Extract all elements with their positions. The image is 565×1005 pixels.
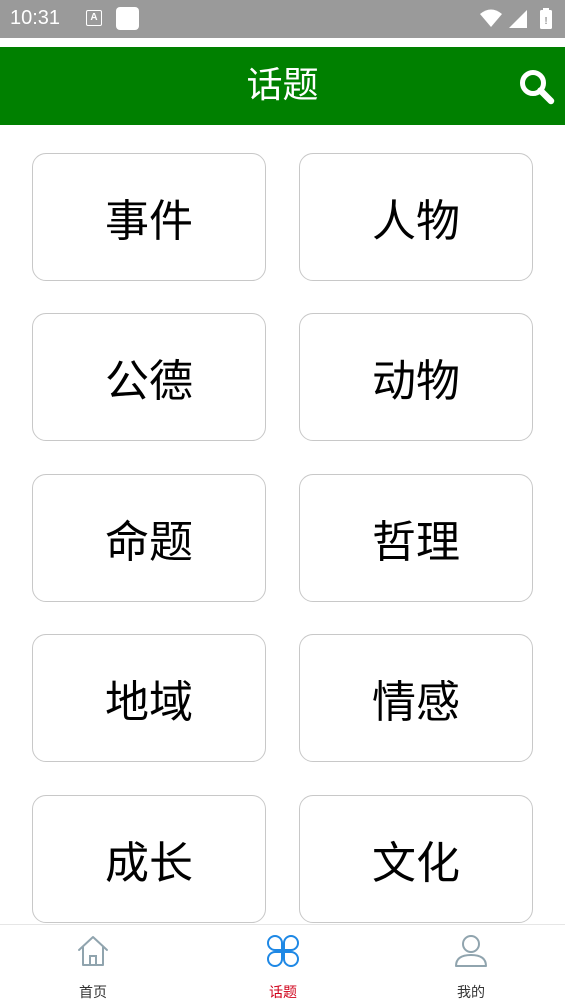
nav-label-home: 首页 [79, 985, 107, 1001]
status-gap [0, 38, 565, 47]
clover-icon [267, 935, 299, 967]
search-button[interactable] [517, 67, 557, 107]
page-title: 话题 [246, 65, 319, 106]
topic-tile[interactable]: 人物 [299, 153, 533, 281]
topic-tile[interactable]: 事件 [32, 153, 266, 281]
user-icon [455, 935, 487, 967]
bottom-nav: 首页 话题 我的 [0, 924, 565, 1004]
app-bar: 话题 [0, 47, 565, 125]
app-notification-icon [116, 7, 139, 30]
signal-icon [509, 10, 527, 28]
status-time: 10:31 [10, 7, 61, 29]
home-icon [78, 936, 108, 966]
battery-icon: ! [540, 8, 552, 29]
topic-tile[interactable]: 动物 [299, 313, 533, 441]
svg-text:!: ! [544, 16, 547, 27]
topic-grid: 事件 人物 公德 动物 命题 哲理 地域 情感 成长 文化 [0, 125, 565, 924]
wifi-icon [480, 9, 502, 27]
topic-tile[interactable]: 文化 [299, 795, 533, 923]
status-bar: 10:31 A ! [0, 0, 565, 38]
nav-label-me: 我的 [457, 985, 485, 1001]
topic-tile[interactable]: 情感 [299, 634, 533, 762]
nav-item-topics[interactable]: 话题 [223, 925, 343, 1005]
nav-item-me[interactable]: 我的 [411, 925, 531, 1005]
nav-item-home[interactable]: 首页 [33, 925, 153, 1005]
nav-label-topics: 话题 [269, 985, 297, 1001]
topic-tile[interactable]: 命题 [32, 474, 266, 602]
topic-tile[interactable]: 成长 [32, 795, 266, 923]
notification-a-icon: A [86, 10, 102, 26]
topic-tile[interactable]: 地域 [32, 634, 266, 762]
topic-tile[interactable]: 公德 [32, 313, 266, 441]
search-icon [520, 70, 555, 105]
topic-tile[interactable]: 哲理 [299, 474, 533, 602]
